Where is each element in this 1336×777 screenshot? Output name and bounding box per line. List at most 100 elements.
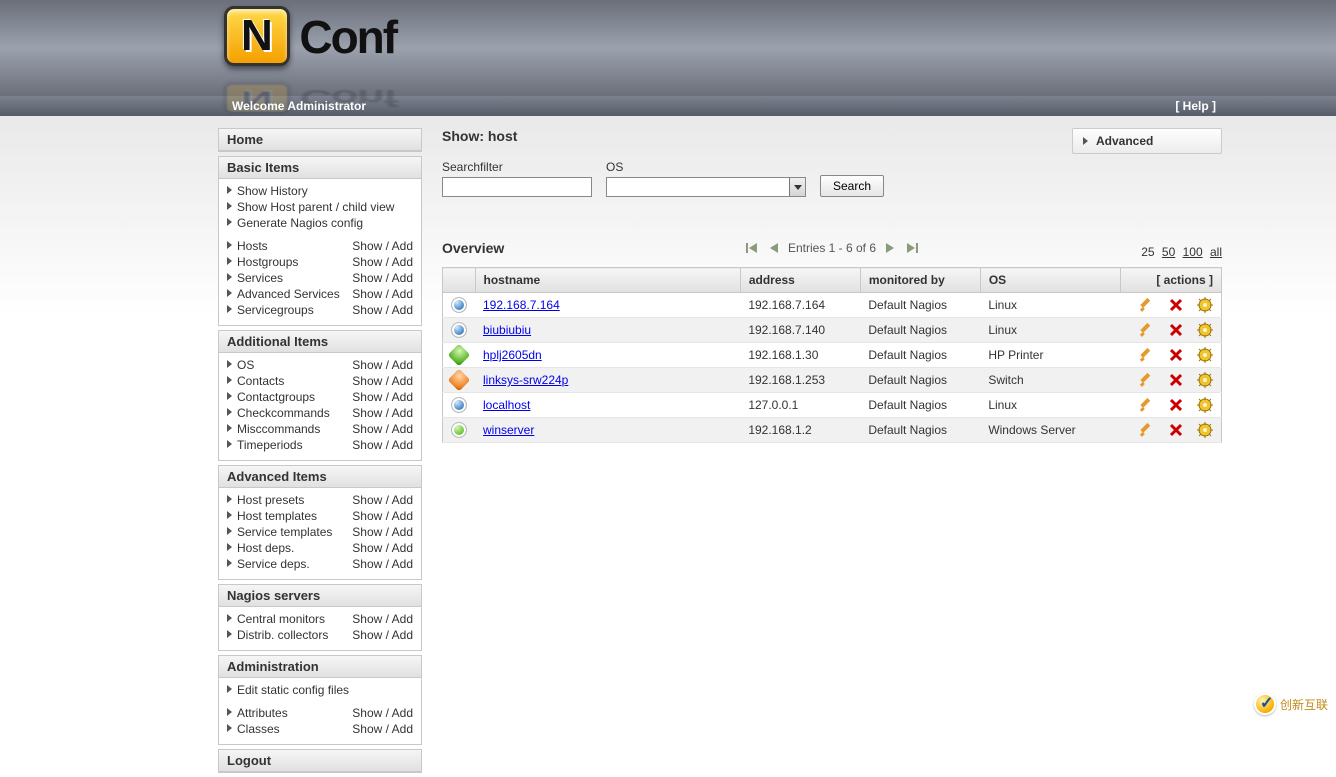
delete-icon[interactable] [1168,322,1184,338]
col-monitored[interactable]: monitored by [860,268,980,293]
os-select[interactable] [606,177,806,197]
sidebar-basic-item-3-show[interactable]: Show [352,287,382,301]
page-size-100[interactable]: 100 [1183,245,1203,259]
col-os[interactable]: OS [980,268,1120,293]
sidebar-advanceditem-1[interactable]: Host templates [237,509,317,523]
sidebar-advanceditem-0-show[interactable]: Show [352,493,382,507]
page-size-50[interactable]: 50 [1162,245,1175,259]
sidebar-advanceditem-4-show[interactable]: Show [352,557,382,571]
sidebar-additional-item-3[interactable]: Checkcommands [237,406,330,420]
sidebar-additional-item-0-show[interactable]: Show [352,358,382,372]
sidebar-advanceditem-2-show[interactable]: Show [352,525,382,539]
sidebar-advanceditem-3[interactable]: Host deps. [237,541,294,555]
edit-icon[interactable] [1138,422,1154,438]
sidebar-basic-item-0-add[interactable]: Add [392,239,413,253]
hostname-link[interactable]: hplj2605dn [483,348,542,362]
sidebar-admin-item-1-show[interactable]: Show [352,722,382,736]
sidebar-nagios-item-1-add[interactable]: Add [392,628,413,642]
services-icon[interactable] [1197,397,1213,413]
sidebar-advanceditem-0-add[interactable]: Add [392,493,413,507]
advanced-button[interactable]: Advanced [1072,128,1222,154]
first-page-icon[interactable] [744,240,760,256]
sidebar-basic-item-1-add[interactable]: Add [392,255,413,269]
sidebar-basic-item-2-show[interactable]: Show [352,271,382,285]
sidebar-basic-item-4[interactable]: Servicegroups [237,303,314,317]
sidebar-basic-item-3[interactable]: Advanced Services [237,287,340,301]
services-icon[interactable] [1197,297,1213,313]
sidebar-additional-item-2-add[interactable]: Add [392,390,413,404]
sidebar-advanceditem-4[interactable]: Service deps. [237,557,310,571]
sidebar-advanceditem-0[interactable]: Host presets [237,493,304,507]
sidebar-home[interactable]: Home [219,129,421,151]
sidebar-additional-item-0[interactable]: OS [237,358,254,372]
sidebar-edit-static[interactable]: Edit static config files [237,683,349,697]
edit-icon[interactable] [1138,322,1154,338]
sidebar-basic-item-0-show[interactable]: Show [352,239,382,253]
sidebar-nagios-item-0-show[interactable]: Show [352,612,382,626]
sidebar-additional-item-3-add[interactable]: Add [392,406,413,420]
sidebar-additional-item-4-add[interactable]: Add [392,422,413,436]
sidebar-basic-item-2[interactable]: Services [237,271,283,285]
last-page-icon[interactable] [904,240,920,256]
sidebar-advanceditem-1-show[interactable]: Show [352,509,382,523]
sidebar-advanceditem-4-add[interactable]: Add [392,557,413,571]
edit-icon[interactable] [1138,372,1154,388]
edit-icon[interactable] [1138,297,1154,313]
hostname-link[interactable]: 192.168.7.164 [483,298,560,312]
sidebar-advanceditem-1-add[interactable]: Add [392,509,413,523]
sidebar-basic-item-2-add[interactable]: Add [392,271,413,285]
sidebar-show-parent[interactable]: Show Host parent / child view [237,200,394,214]
sidebar-basic-item-1-show[interactable]: Show [352,255,382,269]
col-address[interactable]: address [740,268,860,293]
sidebar-basic-item-3-add[interactable]: Add [392,287,413,301]
page-size-all[interactable]: all [1210,245,1222,259]
sidebar-nagios-item-0[interactable]: Central monitors [237,612,325,626]
help-link[interactable]: [ Help ] [1175,99,1216,113]
search-button[interactable]: Search [820,175,884,197]
sidebar-advanceditem-2[interactable]: Service templates [237,525,332,539]
sidebar-basic-item-1[interactable]: Hostgroups [237,255,298,269]
sidebar-admin-item-0-show[interactable]: Show [352,706,382,720]
sidebar-additional-item-2-show[interactable]: Show [352,390,382,404]
sidebar-logout[interactable]: Logout [219,750,421,772]
sidebar-nagios-item-1[interactable]: Distrib. collectors [237,628,328,642]
sidebar-additional-item-1-add[interactable]: Add [392,374,413,388]
sidebar-nagios-item-0-add[interactable]: Add [392,612,413,626]
sidebar-admin-item-1-add[interactable]: Add [392,722,413,736]
sidebar-admin-item-0-add[interactable]: Add [392,706,413,720]
edit-icon[interactable] [1138,347,1154,363]
services-icon[interactable] [1197,372,1213,388]
sidebar-basic-item-4-add[interactable]: Add [392,303,413,317]
sidebar-additional-item-0-add[interactable]: Add [392,358,413,372]
sidebar-additional-item-5-add[interactable]: Add [392,438,413,452]
hostname-link[interactable]: winserver [483,423,534,437]
services-icon[interactable] [1197,422,1213,438]
hostname-link[interactable]: linksys-srw224p [483,373,568,387]
col-hostname[interactable]: hostname [475,268,740,293]
delete-icon[interactable] [1168,422,1184,438]
delete-icon[interactable] [1168,397,1184,413]
sidebar-additional-item-1-show[interactable]: Show [352,374,382,388]
sidebar-nagios-item-1-show[interactable]: Show [352,628,382,642]
prev-page-icon[interactable] [766,240,782,256]
delete-icon[interactable] [1168,297,1184,313]
next-page-icon[interactable] [882,240,898,256]
sidebar-additional-item-5-show[interactable]: Show [352,438,382,452]
services-icon[interactable] [1197,347,1213,363]
edit-icon[interactable] [1138,397,1154,413]
delete-icon[interactable] [1168,347,1184,363]
sidebar-additional-item-1[interactable]: Contacts [237,374,284,388]
sidebar-basic-item-0[interactable]: Hosts [237,239,268,253]
services-icon[interactable] [1197,322,1213,338]
delete-icon[interactable] [1168,372,1184,388]
hostname-link[interactable]: biubiubiu [483,323,531,337]
sidebar-advanceditem-2-add[interactable]: Add [392,525,413,539]
sidebar-show-history[interactable]: Show History [237,184,308,198]
sidebar-admin-item-1[interactable]: Classes [237,722,280,736]
page-size-25[interactable]: 25 [1141,245,1154,259]
sidebar-additional-item-5[interactable]: Timeperiods [237,438,303,452]
sidebar-advanceditem-3-add[interactable]: Add [392,541,413,555]
sidebar-generate-config[interactable]: Generate Nagios config [237,216,363,230]
sidebar-additional-item-3-show[interactable]: Show [352,406,382,420]
sidebar-advanceditem-3-show[interactable]: Show [352,541,382,555]
